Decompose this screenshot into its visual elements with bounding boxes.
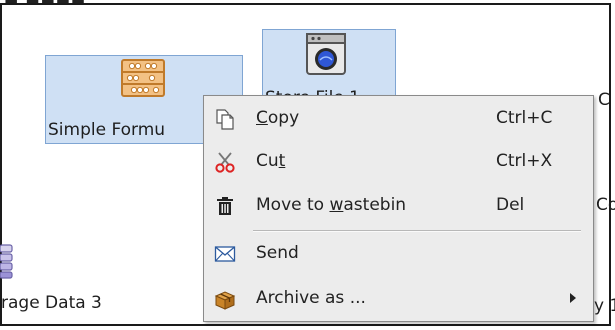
envelope-icon [214,246,236,262]
menu-item-shortcut: Ctrl+X [496,151,553,171]
side-label-fragment: y 1 [594,296,615,316]
side-label-fragment: C [598,90,610,110]
menu-item-label: Archive as ... [256,288,366,308]
node-label: Simple Formu [48,120,166,140]
menu-item-send[interactable]: Send [205,234,592,274]
scissors-icon [215,152,235,173]
menu-item-label: Copy [256,108,300,128]
archive-box-icon [214,291,236,310]
menu-item-move-to-wastebin[interactable]: Move to wastebin Del [205,186,592,226]
menu-item-copy[interactable]: Copy Ctrl+C [205,99,592,139]
menu-item-label: Send [256,243,299,263]
submenu-arrow-icon [570,293,576,303]
menu-item-cut[interactable]: Cut Ctrl+X [205,142,592,182]
trash-icon [217,197,233,215]
menu-item-label: Cut [256,151,286,171]
copy-icon [216,109,234,130]
washing-machine-icon [306,33,346,75]
menu-item-label: Move to wastebin [256,195,407,215]
side-label-fragment: Co [596,195,615,215]
database-stack-icon [0,244,13,279]
context-menu[interactable]: Copy Ctrl+C Cut Ctrl+X Move to wastebin … [203,95,594,322]
menu-item-archive-as[interactable]: Archive as ... [205,279,592,319]
menu-item-shortcut: Del [496,195,525,215]
node-label-storage-data: rage Data 3 [1,293,102,313]
workflow-canvas[interactable]: ▬ ▬▬▬▬ Simple Formu [0,0,615,330]
abacus-icon [121,59,165,97]
menu-separator [253,230,581,232]
menu-item-shortcut: Ctrl+C [496,108,553,128]
